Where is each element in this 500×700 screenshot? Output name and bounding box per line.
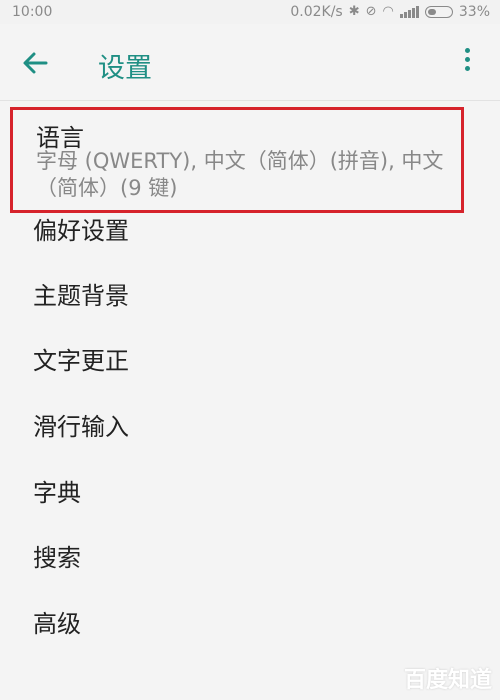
alarm-off-icon: ⊘ xyxy=(365,4,377,19)
page-title: 设置 xyxy=(98,53,152,84)
settings-item-gesture-typing[interactable]: 滑行输入 xyxy=(33,409,129,445)
bluetooth-icon: ✱ xyxy=(348,4,360,19)
status-icons: 0.02K/s ✱ ⊘ ◠ 33% xyxy=(290,0,490,24)
status-time: 10:00 xyxy=(12,4,53,20)
language-subtitle: 字母 (QWERTY), 中文（简体）(拼音), 中文（简体）(9 键) xyxy=(36,149,444,200)
network-speed: 0.02K/s xyxy=(290,4,343,20)
watermark: 百度知道 xyxy=(403,668,492,693)
back-button[interactable] xyxy=(20,48,56,78)
app-bar: 设置 xyxy=(0,24,500,101)
battery-percent: 33% xyxy=(458,4,490,20)
battery-icon xyxy=(424,6,453,18)
language-setting[interactable]: 语言 字母 (QWERTY), 中文（简体）(拼音), 中文（简体）(9 键) xyxy=(10,107,464,213)
more-vertical-icon xyxy=(462,48,472,71)
settings-item-theme[interactable]: 主题背景 xyxy=(33,278,129,314)
settings-item-dictionary[interactable]: 字典 xyxy=(33,475,81,511)
wifi-icon: ◠ xyxy=(382,4,394,19)
more-options-button[interactable] xyxy=(462,48,472,76)
signal-icon xyxy=(399,6,419,18)
settings-item-search[interactable]: 搜索 xyxy=(33,540,81,576)
settings-item-preferences[interactable]: 偏好设置 xyxy=(33,213,129,249)
settings-item-advanced[interactable]: 高级 xyxy=(33,606,81,642)
settings-item-text-correction[interactable]: 文字更正 xyxy=(33,343,129,379)
status-bar: 10:00 0.02K/s ✱ ⊘ ◠ 33% xyxy=(0,0,500,24)
arrow-left-icon xyxy=(23,52,48,74)
